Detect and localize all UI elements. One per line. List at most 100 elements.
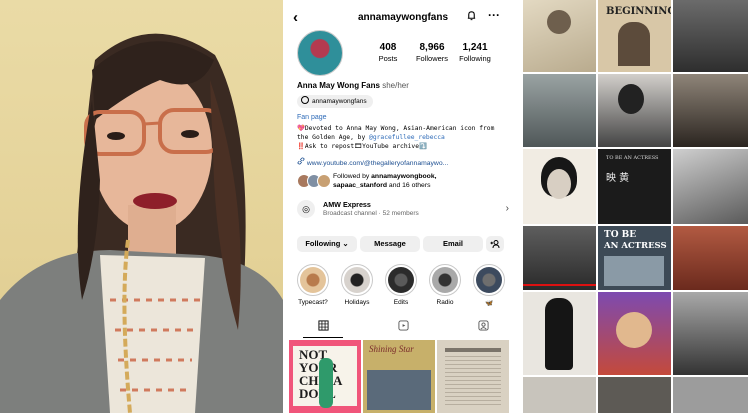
following-count-label: Following — [459, 54, 491, 63]
followed-names-2: sapaac_stanford — [333, 182, 388, 189]
grid-photo-10[interactable] — [523, 226, 596, 290]
more-options-icon[interactable]: ··· — [488, 8, 500, 22]
profile-category: Fan page — [297, 114, 327, 121]
grid-photo-12[interactable] — [673, 226, 748, 290]
portrait-figure — [618, 22, 650, 66]
link-text: www.youtube.com/@thegalleryofannamaywo..… — [306, 160, 449, 167]
portrait-face — [616, 312, 652, 348]
highlight-thumb — [344, 267, 370, 293]
video-progress — [523, 284, 596, 286]
threads-badge[interactable]: annamaywongfans — [297, 95, 373, 108]
grid-photo-17[interactable] — [598, 377, 671, 413]
instagram-profile-panel: ‹ annamaywongfans ··· 408 Posts 8,966 Fo… — [283, 0, 523, 413]
highlight-label: Typecast? — [298, 299, 328, 306]
grid-photo-9[interactable] — [673, 149, 748, 224]
grid-photo-3[interactable] — [673, 0, 748, 72]
grid-photo-8[interactable]: TO BE AN ACTRESS 映 黄 — [598, 149, 671, 224]
grid-photo-18[interactable] — [673, 377, 748, 413]
display-name: Anna May Wong Fans she/her — [297, 81, 409, 90]
broadcast-channel-row[interactable]: ◎ AMW Express Broadcast channel · 52 mem… — [297, 197, 509, 223]
portrait-photo — [0, 0, 283, 413]
highlight-label: Holidays — [344, 299, 370, 306]
posts-count-value: 408 — [379, 42, 397, 53]
posts-count[interactable]: 408 Posts — [363, 42, 413, 63]
bio-line-2: the Golden Age, by @gracefullee_rebecca — [297, 133, 515, 142]
calligraphy-panel: 映 黄 — [606, 173, 630, 184]
display-name-text: Anna May Wong Fans — [297, 81, 380, 90]
profile-bio: 💖Devoted to Anna May Wong, Asian-America… — [297, 124, 515, 151]
grid-photo-4[interactable] — [523, 74, 596, 147]
grid-photo-1[interactable] — [523, 0, 596, 72]
grid-photo-15[interactable] — [673, 292, 748, 375]
profile-external-link[interactable]: www.youtube.com/@thegalleryofannamaywo..… — [297, 157, 448, 167]
pronouns: she/her — [382, 81, 409, 90]
channel-subtitle: Broadcast channel · 52 members — [323, 210, 419, 217]
highlight-butterfly[interactable]: 🦋 — [472, 264, 506, 307]
grid-photo-2[interactable]: BEGINNING — [598, 0, 671, 72]
highlight-thumb — [476, 267, 502, 293]
highlight-ring — [385, 264, 417, 296]
grid-photo-14[interactable] — [598, 292, 671, 375]
book-figure — [319, 358, 333, 408]
broadcast-channel-icon: ◎ — [297, 200, 315, 218]
magazine-stack — [367, 370, 431, 410]
highlight-label: Radio — [436, 299, 454, 306]
tab-reels[interactable] — [363, 320, 443, 334]
profile-username: annamaywongfans — [357, 12, 449, 23]
bio-line-3: ‼️Ask to repost🎞YouTube archive⤵️ — [297, 143, 427, 150]
article-heading — [445, 348, 501, 352]
channel-title: AMW Express — [323, 200, 371, 209]
post-thumbnail[interactable]: NOT YOUR CHINA DOLL — [289, 340, 361, 413]
highlight-ring — [341, 264, 373, 296]
grid-photo-16[interactable] — [523, 377, 596, 413]
threads-handle: annamaywongfans — [312, 98, 367, 105]
highlight-radio[interactable]: Radio — [428, 264, 462, 306]
highlight-thumb — [432, 267, 458, 293]
followed-by-text: Followed by annamaywongbook, sapaac_stan… — [333, 172, 513, 190]
post-thumbnail[interactable] — [437, 340, 509, 413]
actress-small-text: TO BE AN ACTRESS — [606, 155, 659, 161]
profile-avatar[interactable] — [297, 30, 343, 76]
bio-mention-link[interactable]: @gracefullee_rebecca — [369, 134, 445, 141]
highlight-holidays[interactable]: Holidays — [340, 264, 374, 306]
grid-photo-6[interactable] — [673, 74, 748, 147]
actress-headline-bottom: AN ACTRESS — [604, 241, 667, 251]
highlight-ring — [429, 264, 461, 296]
portrait-face — [547, 169, 571, 199]
following-count[interactable]: 1,241 Following — [450, 42, 500, 63]
magazine-title: Shining Star — [369, 344, 414, 354]
active-tab-indicator — [303, 337, 343, 338]
email-button[interactable]: Email — [423, 236, 483, 252]
highlight-edits[interactable]: Edits — [384, 264, 418, 306]
grid-photo-5[interactable] — [598, 74, 671, 147]
posts-count-label: Posts — [378, 54, 398, 63]
grid-photo-7[interactable] — [523, 149, 596, 224]
grid-photo-13[interactable] — [523, 292, 596, 375]
portrait-figure — [545, 298, 573, 370]
post-thumbnail[interactable]: Shining Star — [363, 340, 435, 413]
top-bar: ‹ annamaywongfans ··· — [283, 8, 523, 28]
grid-icon — [317, 320, 329, 331]
chevron-right-icon: › — [505, 203, 509, 214]
follower-avatar-3 — [317, 174, 331, 188]
add-person-icon[interactable] — [486, 236, 504, 252]
followed-prefix: Followed by — [333, 173, 372, 180]
actress-headline-top: TO BE — [604, 230, 637, 240]
link-icon — [297, 157, 307, 167]
butterfly-icon: 🦋 — [484, 300, 494, 307]
grid-photo-11[interactable]: TO BE AN ACTRESS — [598, 226, 671, 290]
tab-grid[interactable] — [283, 320, 363, 334]
beginning-headline: BEGINNING — [606, 6, 671, 17]
film-still — [604, 256, 664, 286]
notification-bell-icon[interactable] — [466, 10, 477, 24]
following-button[interactable]: Following ⌄ — [297, 236, 357, 252]
highlight-label: Edits — [393, 299, 409, 306]
tab-tagged[interactable] — [443, 320, 523, 334]
profile-tabs — [283, 318, 523, 338]
message-button[interactable]: Message — [360, 236, 420, 252]
reels-icon — [397, 320, 409, 331]
highlight-ring — [297, 264, 329, 296]
followed-suffix: and 16 others — [387, 182, 431, 189]
tagged-icon — [477, 320, 489, 331]
highlight-typecast[interactable]: Typecast? — [296, 264, 330, 306]
